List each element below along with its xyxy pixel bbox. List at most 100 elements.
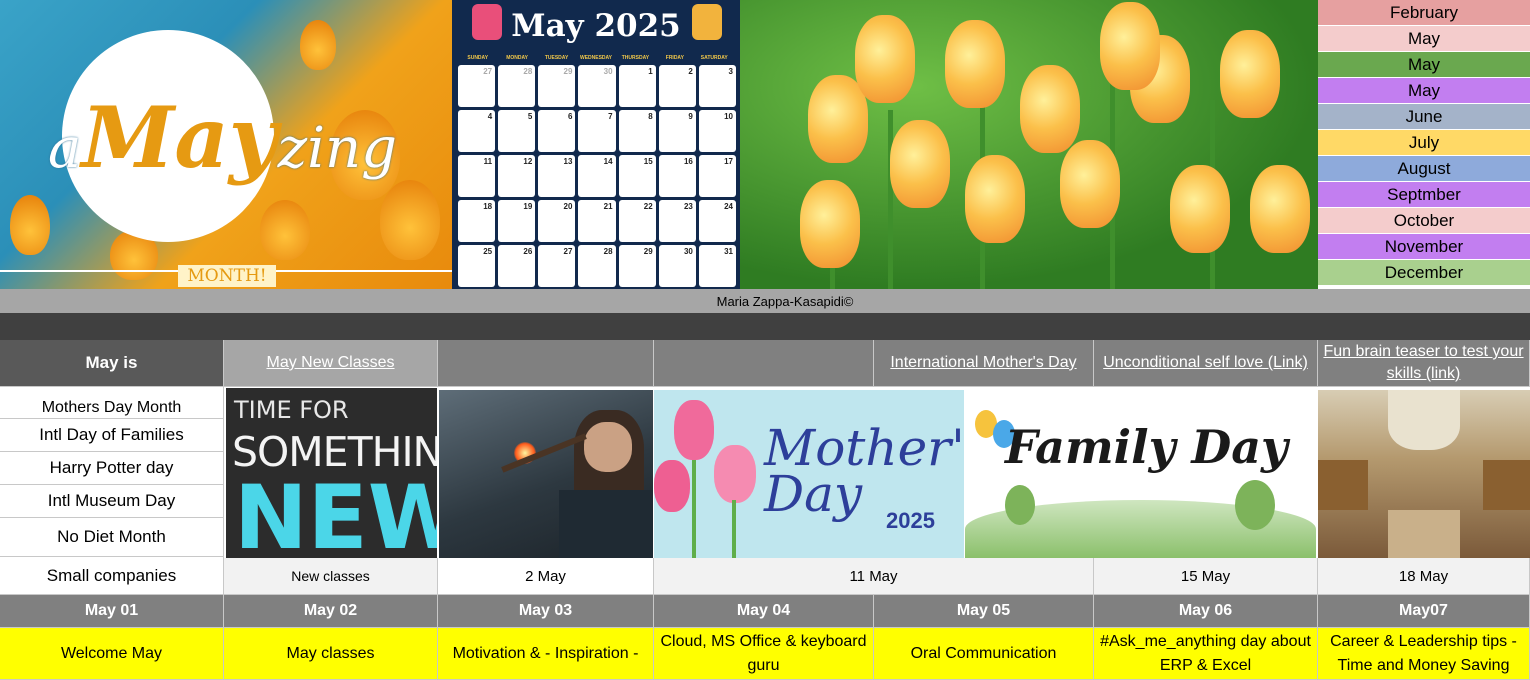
side-item: Intl Museum Day (0, 485, 224, 518)
may-is-header: May is (0, 340, 224, 387)
calendar-day: 28 (498, 65, 536, 107)
month-list-item: February (1318, 0, 1530, 26)
header-cell-brain-teaser: Fun brain teaser to test your skills (li… (1318, 340, 1530, 387)
separator-bar (0, 313, 1530, 340)
calendar-weekdays: SUNDAY MONDAY TUESDAY WEDNESDAY THURSDAY FRID… (458, 55, 734, 61)
calendar-day: 24 (698, 200, 736, 242)
calendar-weekday: TUESDAY (544, 55, 569, 61)
day-cell: May 04 (654, 595, 874, 628)
calendar-day: 30 (658, 245, 696, 287)
header-cell-self-love: Unconditional self love (Link) (1094, 340, 1318, 387)
calendar-day: 9 (658, 110, 696, 152)
day-cell: May 02 (224, 595, 438, 628)
calendar-day: 2 (658, 65, 696, 107)
calendar-weekday: THURSDAY (621, 55, 650, 61)
credit-bar: Maria Zappa-Kasapidi© (0, 289, 1530, 313)
day-cell: May 06 (1094, 595, 1318, 628)
calendar-grid: 27 28 29 30 1 2 3 4 5 6 7 8 9 10 11 12 13 14 15 16 17 18 19 20 2… (458, 65, 736, 287)
topic-cell: #Ask_me_anything day about ERP & Excel (1094, 628, 1318, 680)
calendar-day: 29 (618, 245, 656, 287)
calendar-day: 15 (618, 155, 656, 197)
calendar-day: 10 (698, 110, 736, 152)
amayzing-logo-text: aMayzing (48, 88, 397, 187)
self-love-link[interactable]: Unconditional self love (Link) (1103, 354, 1308, 372)
day-cell: May 03 (438, 595, 654, 628)
brain-teaser-link[interactable]: Fun brain teaser to test your skills (li… (1318, 341, 1529, 385)
calendar-day: 22 (618, 200, 656, 242)
topic-cell: Motivation & - Inspiration - (438, 628, 654, 680)
may-2025-calendar-image: May 2025 SUNDAY MONDAY TUESDAY WEDNESDAY THU… (452, 0, 740, 289)
date-cell: 11 May (654, 558, 1094, 595)
topic-cell: Welcome May (0, 628, 224, 680)
calendar-day: 29 (538, 65, 576, 107)
month-list-item: July (1318, 130, 1530, 156)
topic-cell: Oral Communication (874, 628, 1094, 680)
calendar-day: 27 (458, 65, 496, 107)
side-item: Intl Day of Families (0, 419, 224, 452)
month-list-item: Septmber (1318, 182, 1530, 208)
header-cell-empty (438, 340, 654, 387)
topic-cell: Career & Leadership tips - Time and Mone… (1318, 628, 1530, 680)
calendar-title: May 2025 (511, 8, 681, 44)
topic-cell: Cloud, MS Office & keyboard guru (654, 628, 874, 680)
calendar-day: 3 (698, 65, 736, 107)
family-day-image: Family Day (965, 390, 1316, 558)
calendar-weekday: MONDAY (506, 55, 529, 61)
day-cell: May 05 (874, 595, 1094, 628)
calendar-day: 13 (538, 155, 576, 197)
calendar-day: 14 (578, 155, 616, 197)
side-item: Small companies (0, 557, 224, 595)
day-cell: May 01 (0, 595, 224, 628)
month-list-item: August (1318, 156, 1530, 182)
mothers-day-image: Mother's Day 2025 (654, 390, 964, 560)
month-list-item: May (1318, 78, 1530, 104)
calendar-day: 25 (458, 245, 496, 287)
topic-cell: May classes (224, 628, 438, 680)
calendar-day: 21 (578, 200, 616, 242)
month-list-item: November (1318, 234, 1530, 260)
calendar-day: 30 (578, 65, 616, 107)
month-list: February May May May June July August Septmber O… (1318, 0, 1530, 289)
mothers-day-link[interactable]: International Mother's Day (890, 354, 1076, 372)
month-list-item: May (1318, 26, 1530, 52)
calendar-day: 16 (658, 155, 696, 197)
something-new-image: TIME FOR SOMETHING NEW! (226, 388, 437, 558)
calendar-day: 12 (498, 155, 536, 197)
tulips-image (740, 0, 1318, 289)
calendar-day: 4 (458, 110, 496, 152)
calendar-day: 26 (498, 245, 536, 287)
may-new-classes-link[interactable]: May New Classes (266, 354, 394, 372)
date-cell: 15 May (1094, 558, 1318, 595)
header-cell-new-classes: May New Classes (224, 340, 438, 387)
side-item: Mothers Day Month (0, 387, 224, 419)
calendar-day: 17 (698, 155, 736, 197)
calendar-day: 7 (578, 110, 616, 152)
calendar-day: 31 (698, 245, 736, 287)
side-item: Harry Potter day (0, 452, 224, 485)
calendar-weekday: FRIDAY (665, 55, 684, 61)
month-list-item: October (1318, 208, 1530, 234)
month-list-item: May (1318, 52, 1530, 78)
calendar-day: 23 (658, 200, 696, 242)
day-cell: May07 (1318, 595, 1530, 628)
calendar-day: 6 (538, 110, 576, 152)
calendar-day: 5 (498, 110, 536, 152)
calendar-day: 1 (618, 65, 656, 107)
date-cell: New classes (224, 558, 438, 595)
calendar-weekday: WEDNESDAY (579, 55, 613, 61)
calendar-day: 8 (618, 110, 656, 152)
side-item: No Diet Month (0, 518, 224, 557)
date-cell: 2 May (438, 558, 654, 595)
calendar-day: 27 (538, 245, 576, 287)
month-badge: MONTH! (178, 265, 276, 287)
month-list-item: June (1318, 104, 1530, 130)
calendar-day: 11 (458, 155, 496, 197)
calendar-weekday: SATURDAY (700, 55, 728, 61)
header-cell-empty (654, 340, 874, 387)
calendar-day: 28 (578, 245, 616, 287)
month-list-item: December (1318, 260, 1530, 286)
header-cell-mothers-day: International Mother's Day (874, 340, 1094, 387)
calendar-day: 18 (458, 200, 496, 242)
calendar-day: 19 (498, 200, 536, 242)
museum-gallery-image (1318, 390, 1530, 558)
